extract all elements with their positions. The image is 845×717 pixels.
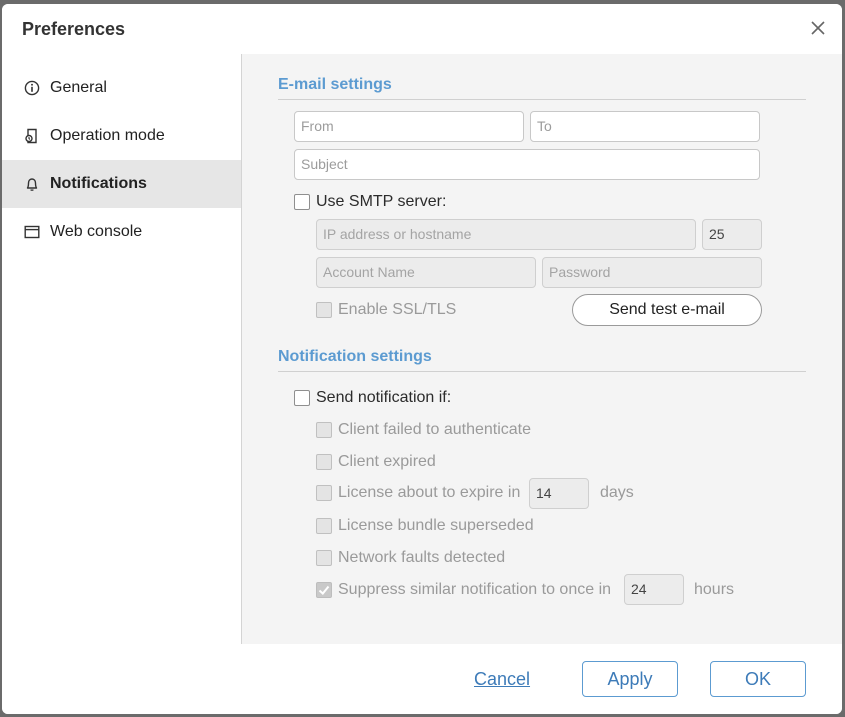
account-name-input[interactable]: Account Name [316, 257, 536, 288]
dialog-titlebar: Preferences [2, 4, 842, 54]
license-expire-checkbox[interactable] [316, 485, 332, 501]
mode-icon [25, 128, 37, 144]
send-notification-checkbox[interactable] [294, 390, 310, 406]
smtp-port-input[interactable]: 25 [702, 219, 762, 250]
bundle-superseded-label: License bundle superseded [338, 517, 534, 534]
sidebar-item-label: Operation mode [50, 127, 165, 144]
apply-button[interactable]: Apply [582, 661, 678, 697]
bundle-superseded-checkbox[interactable] [316, 518, 332, 534]
use-smtp-checkbox[interactable] [294, 194, 310, 210]
info-circle-icon [24, 80, 40, 96]
client-failed-label: Client failed to authenticate [338, 421, 532, 438]
suppress-checkbox[interactable] [316, 582, 332, 598]
dialog-footer: Cancel Apply OK [2, 644, 842, 714]
license-expire-days-input[interactable]: 14 [529, 478, 589, 509]
sidebar-item-web-console[interactable]: Web console [2, 208, 241, 256]
days-unit-label: days [600, 484, 634, 501]
email-settings-divider [278, 99, 806, 100]
from-input[interactable]: From [294, 111, 524, 142]
use-smtp-label: Use SMTP server: [316, 193, 447, 210]
sidebar-item-operation-mode[interactable]: Operation mode [2, 112, 241, 160]
sidebar: General Operation mode Notifications Web… [2, 54, 242, 644]
ok-button[interactable]: OK [710, 661, 806, 697]
enable-ssl-label: Enable SSL/TLS [338, 301, 457, 318]
close-icon [811, 21, 825, 35]
sidebar-item-notifications[interactable]: Notifications [2, 160, 241, 208]
network-faults-label: Network faults detected [338, 549, 506, 566]
preferences-dialog: Preferences General Operation mode Notif… [2, 4, 842, 714]
license-expire-label: License about to expire in [338, 484, 521, 501]
checkmark-icon [318, 585, 330, 595]
to-input[interactable]: To [530, 111, 760, 142]
subject-input[interactable]: Subject [294, 149, 760, 180]
client-failed-checkbox[interactable] [316, 422, 332, 438]
sidebar-item-general[interactable]: General [2, 64, 241, 112]
notification-settings-heading: Notification settings [278, 348, 432, 365]
suppress-hours-input[interactable]: 24 [624, 574, 684, 605]
enable-ssl-checkbox[interactable] [316, 302, 332, 318]
dialog-title: Preferences [22, 19, 126, 39]
cancel-button[interactable]: Cancel [474, 669, 530, 690]
bell-icon [26, 178, 38, 191]
sidebar-item-label: Web console [50, 223, 143, 240]
client-expired-label: Client expired [338, 453, 436, 470]
notification-settings-divider [278, 371, 806, 372]
send-test-email-button[interactable]: Send test e-mail [572, 294, 762, 326]
password-input[interactable]: Password [542, 257, 762, 288]
close-button[interactable] [808, 18, 828, 38]
sidebar-item-label: Notifications [50, 175, 147, 192]
browser-window-icon [24, 225, 40, 239]
email-settings-heading: E-mail settings [278, 76, 392, 93]
sidebar-item-label: General [50, 79, 107, 96]
network-faults-checkbox[interactable] [316, 550, 332, 566]
notifications-panel: E-mail settings From To Subject Use SMTP… [243, 54, 842, 644]
suppress-label: Suppress similar notification to once in [338, 581, 612, 598]
client-expired-checkbox[interactable] [316, 454, 332, 470]
smtp-host-input[interactable]: IP address or hostname [316, 219, 696, 250]
hours-unit-label: hours [694, 581, 735, 598]
send-notification-label: Send notification if: [316, 389, 452, 406]
